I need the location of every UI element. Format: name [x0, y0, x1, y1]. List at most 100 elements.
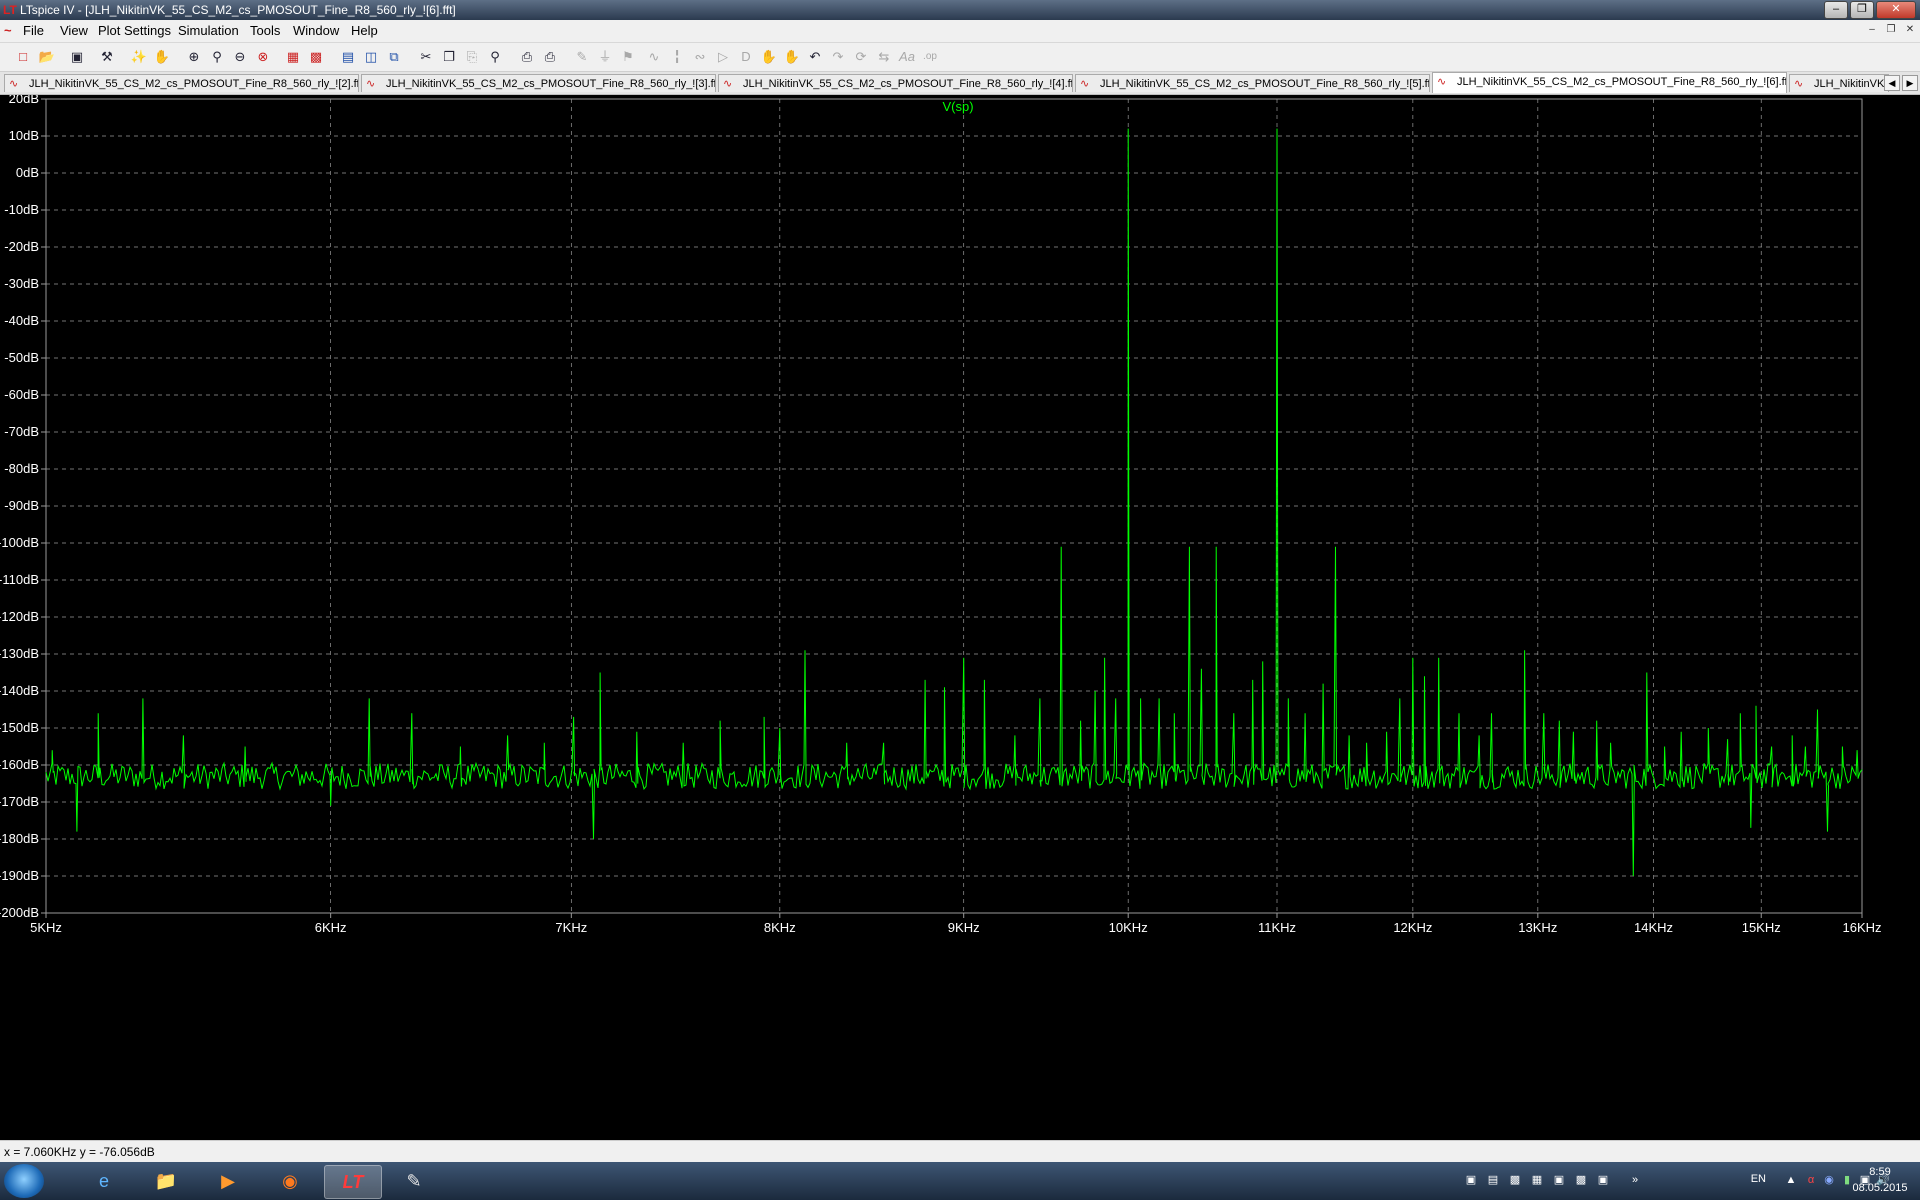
trace-label-vsp[interactable]: V(sp)	[942, 99, 973, 114]
text-icon[interactable]: Aa	[898, 48, 916, 66]
label-icon[interactable]: ⚑	[619, 48, 637, 66]
display-tray-icon[interactable]: ▣	[1552, 1173, 1566, 1187]
menu-file[interactable]: File	[23, 23, 44, 38]
monitor-tray-icon[interactable]: ▩	[1508, 1173, 1522, 1187]
zoom-area-icon[interactable]: ⚲	[208, 48, 226, 66]
tab-fft-3[interactable]: ∿ JLH_NikitinVK_55_CS_M2_cs_PMOSOUT_Fine…	[361, 74, 716, 92]
document-icon[interactable]: ~	[4, 23, 12, 38]
run-icon[interactable]: ✨	[130, 48, 148, 66]
tile-vertical-icon[interactable]: ◫	[362, 48, 380, 66]
antivirus-tray-icon[interactable]: α	[1804, 1173, 1818, 1187]
ltspice-icon[interactable]: LT	[3, 3, 17, 17]
spice-directive-icon[interactable]: .op	[921, 48, 939, 66]
y-tick-label: -200dB	[0, 905, 39, 920]
x-axis-labels: 5KHz 6KHz 7KHz 8KHz 9KHz 10KHz 11KHz 12KHz 13KHz…	[30, 920, 1881, 935]
tab-fft-2[interactable]: ∿ JLH_NikitinVK_55_CS_M2_cs_PMOSOUT_Fine…	[4, 74, 359, 92]
probe-icon[interactable]: ▩	[307, 48, 325, 66]
drag-icon[interactable]: ✋	[783, 48, 801, 66]
waveform-icon: ∿	[1080, 78, 1090, 90]
clock[interactable]: 8:59 08.05.2015	[1850, 1164, 1910, 1196]
x-tick-label: 6KHz	[315, 920, 347, 935]
inductor-icon[interactable]: ∾	[691, 48, 709, 66]
start-button[interactable]	[4, 1164, 44, 1198]
shield-tray-icon[interactable]: ◉	[1822, 1173, 1836, 1187]
halt-icon[interactable]: ✋	[153, 48, 171, 66]
media-player-icon[interactable]: ▶	[200, 1165, 256, 1197]
mdi-restore-button[interactable]: ❐	[1883, 23, 1899, 37]
zoom-fit-icon[interactable]: ⊗	[254, 48, 272, 66]
paint-icon[interactable]: ✎	[386, 1165, 442, 1197]
move-icon[interactable]: ✋	[760, 48, 778, 66]
rotate-icon[interactable]: ⟳	[852, 48, 870, 66]
menu-view[interactable]: View	[60, 23, 88, 38]
zoom-out-icon[interactable]: ⊖	[231, 48, 249, 66]
document-tabs: ∿ JLH_NikitinVK_55_CS_M2_cs_PMOSOUT_Fine…	[0, 72, 1920, 95]
find-icon[interactable]: ⚲	[486, 48, 504, 66]
tab-scroll-left-button[interactable]: ◀	[1884, 75, 1900, 91]
component-icon[interactable]: D	[737, 48, 755, 66]
save-icon[interactable]: ▣	[68, 48, 86, 66]
paste-icon[interactable]: ⎘	[463, 48, 481, 66]
minimize-button[interactable]: –	[1824, 1, 1848, 19]
tab-fft-7[interactable]: ∿ JLH_NikitinVK	[1789, 74, 1889, 92]
menu-simulation[interactable]: Simulation	[178, 23, 239, 38]
tab-label: JLH_NikitinVK_55_CS_M2_cs_PMOSOUT_Fine_R…	[1100, 78, 1430, 90]
close-button[interactable]: ✕	[1876, 1, 1916, 19]
mdi-minimize-button[interactable]: –	[1864, 23, 1880, 37]
window-controls: – ❐ ✕	[1824, 1, 1916, 19]
zoom-in-icon[interactable]: ⊕	[185, 48, 203, 66]
y-tick-label: -150dB	[0, 720, 39, 735]
mdi-close-button[interactable]: ✕	[1902, 23, 1918, 37]
undo-icon[interactable]: ↶	[806, 48, 824, 66]
network-tray-icon[interactable]: ▦	[1530, 1173, 1544, 1187]
capacitor-icon[interactable]: ╏	[668, 48, 686, 66]
copy-icon[interactable]: ❐	[440, 48, 458, 66]
x-tick-label: 15KHz	[1742, 920, 1781, 935]
redo-icon[interactable]: ↷	[829, 48, 847, 66]
print-preview-icon[interactable]: ⎙	[518, 48, 536, 66]
overflow-chevron-icon[interactable]: »	[1628, 1173, 1642, 1187]
tab-fft-4[interactable]: ∿ JLH_NikitinVK_55_CS_M2_cs_PMOSOUT_Fine…	[718, 74, 1073, 92]
waveform-icon: ∿	[1437, 76, 1447, 88]
tab-fft-6[interactable]: ∿ JLH_NikitinVK_55_CS_M2_cs_PMOSOUT_Fine…	[1432, 72, 1787, 93]
tab-fft-5[interactable]: ∿ JLH_NikitinVK_55_CS_M2_cs_PMOSOUT_Fine…	[1075, 74, 1430, 92]
control-panel-icon[interactable]: ⚒	[98, 48, 116, 66]
ltspice-taskbar-icon[interactable]: LT	[324, 1165, 382, 1199]
firefox-icon[interactable]: ◉	[262, 1165, 318, 1197]
restore-button[interactable]: ❐	[1850, 1, 1874, 19]
ground-icon[interactable]: ⏚	[596, 48, 614, 66]
menu-plot-settings[interactable]: Plot Settings	[98, 23, 171, 38]
cut-icon[interactable]: ✂	[417, 48, 435, 66]
x-tick-label: 8KHz	[764, 920, 796, 935]
waveform-plot-pane[interactable]: 20dB 10dB 0dB -10dB -20dB -30dB -40dB -50dB -60d…	[0, 95, 1920, 1140]
tile-horizontal-icon[interactable]: ▤	[339, 48, 357, 66]
menu-tools[interactable]: Tools	[250, 23, 280, 38]
notes-tray-icon[interactable]: ▤	[1486, 1173, 1500, 1187]
clock-time: 8:59	[1869, 1166, 1891, 1178]
waveform-icon: ∿	[1794, 78, 1804, 90]
resistor-icon[interactable]: ∿	[645, 48, 663, 66]
file-explorer-icon[interactable]: 📁	[138, 1165, 194, 1197]
y-tick-label: -50dB	[4, 350, 39, 365]
new-schematic-icon[interactable]: □	[14, 48, 32, 66]
mirror-icon[interactable]: ⇆	[875, 48, 893, 66]
cup-tray-icon[interactable]: ▣	[1596, 1173, 1610, 1187]
language-indicator[interactable]: EN	[1751, 1173, 1766, 1185]
menu-window[interactable]: Window	[293, 23, 339, 38]
wire-icon[interactable]: ✎	[573, 48, 591, 66]
cascade-icon[interactable]: ⧉	[385, 48, 403, 66]
print-icon[interactable]: ⎙	[541, 48, 559, 66]
menu-bar: ~ File View Plot Settings Simulation Too…	[0, 20, 1920, 43]
tab-scroll-right-button[interactable]: ▶	[1902, 75, 1918, 91]
fft-plot[interactable]: 20dB 10dB 0dB -10dB -20dB -30dB -40dB -50dB -60d…	[0, 95, 1920, 1140]
tab-label: JLH_NikitinVK_55_CS_M2_cs_PMOSOUT_Fine_R…	[1457, 76, 1787, 88]
internet-explorer-icon[interactable]: e	[76, 1165, 132, 1197]
open-icon[interactable]: 📂	[38, 48, 56, 66]
autorange-icon[interactable]: ▦	[284, 48, 302, 66]
diode-icon[interactable]: ▷	[714, 48, 732, 66]
folder-tray-icon[interactable]: ▣	[1464, 1173, 1478, 1187]
menu-help[interactable]: Help	[351, 23, 378, 38]
show-hidden-icons[interactable]: ▲	[1784, 1173, 1798, 1187]
sync-tray-icon[interactable]: ▩	[1574, 1173, 1588, 1187]
mdi-controls: – ❐ ✕	[1864, 23, 1918, 37]
